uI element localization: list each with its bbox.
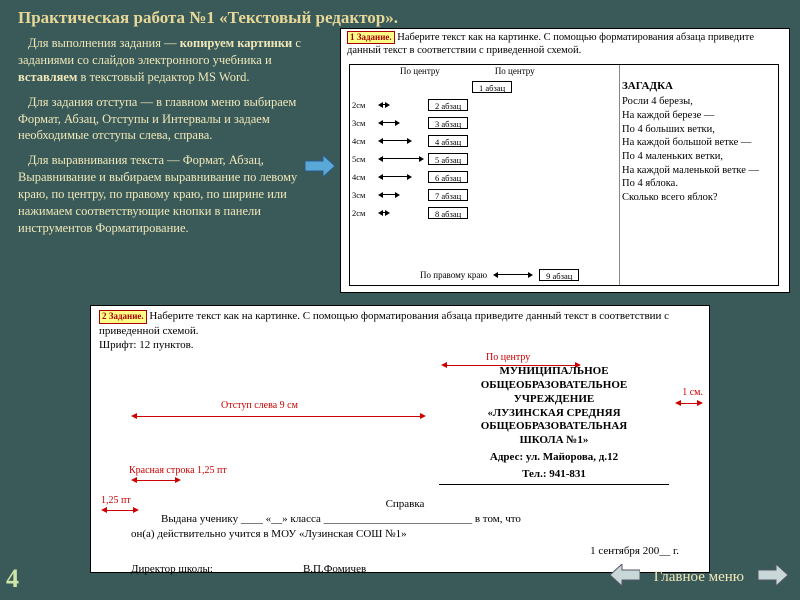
task2-body: По центру Отступ слева 9 см 1 см. МУНИЦИ…: [91, 355, 709, 587]
pointer-arrow-icon: [305, 155, 335, 182]
bottom-nav: Главное меню: [610, 564, 788, 591]
spravka-block: Справка Выдана ученику ____ «__» класса …: [131, 497, 679, 577]
task2-heading: 2 Задание. Наберите текст как на картинк…: [91, 306, 709, 355]
letterhead-line: УЧРЕЖДЕНИЕ: [439, 393, 669, 407]
paragraph-box: 9 абзац: [539, 269, 579, 281]
indent-dim: 4см: [350, 136, 378, 146]
letterhead-line: ШКОЛА №1»: [439, 434, 669, 448]
main-menu-link[interactable]: Главное меню: [654, 569, 744, 586]
indent-dim: 4см: [350, 172, 378, 182]
indent-dim: 3см: [350, 190, 378, 200]
paragraph-box: 8 абзац: [428, 207, 468, 219]
hdim-arrow-icon: [378, 172, 412, 182]
director-name: В.П.Фомичев: [303, 562, 366, 577]
indent-row: 4см 6 абзац: [350, 168, 619, 186]
riddle-line: На каждой большой ветке —: [622, 136, 772, 150]
task1-riddle: ЗАГАДКА Росли 4 березы,На каждой березе …: [622, 79, 772, 204]
letterhead-line: МУНИЦИПАЛЬНОЕ: [439, 365, 669, 379]
nav-next-button[interactable]: [758, 564, 788, 591]
first-line-label: Красная строка 1,25 пт: [129, 465, 227, 476]
task1-body: По центру По центру 1 абзац 2см 2 абзац 3см…: [349, 64, 779, 286]
spravka-line: он(а) действительно учится в МОУ «Лузинс…: [131, 527, 679, 542]
align-label: По центру: [400, 66, 440, 76]
right-margin-label: 1 см.: [682, 387, 703, 398]
red-arrow-icon: [131, 412, 426, 421]
indent-dim: 5см: [350, 154, 378, 164]
task2-panel: 2 Задание. Наберите текст как на картинк…: [90, 305, 710, 573]
align-label: По правому краю: [420, 270, 487, 280]
indent-dim: 3см: [350, 118, 378, 128]
address-line: Тел.: 941-831: [439, 468, 669, 482]
indent-row: 3см 7 абзац: [350, 186, 619, 204]
paragraph-box: 5 абзац: [428, 153, 468, 165]
hdim-arrow-icon: [378, 136, 412, 146]
letterhead-line: ОБЩЕОБРАЗОВАТЕЛЬНОЕ: [439, 379, 669, 393]
indent-dim: 2см: [350, 100, 378, 110]
letterhead-line: ОБЩЕОБРАЗОВАТЕЛЬНАЯ: [439, 420, 669, 434]
instruction-paragraph: Для выполнения задания — копируем картин…: [18, 35, 318, 86]
nav-prev-button[interactable]: [610, 564, 640, 591]
riddle-line: На каждой маленькой ветке —: [622, 164, 772, 178]
paragraph-box: 4 абзац: [428, 135, 468, 147]
spravka-date: 1 сентября 200__ г.: [131, 544, 679, 559]
paragraph-box: 7 абзац: [428, 189, 468, 201]
instructions-block: Для выполнения задания — копируем картин…: [18, 35, 318, 245]
task1-badge: 1 Задание.: [347, 31, 395, 44]
riddle-line: Росли 4 березы,: [622, 95, 772, 109]
instruction-paragraph: Для выравнивания текста — Формат, Абзац,…: [18, 152, 318, 236]
val125-label: 1,25 пт: [101, 495, 131, 506]
indent-dim: 2см: [350, 208, 378, 218]
indent-row: 1 абзац: [350, 78, 619, 96]
hdim-arrow-icon: [378, 118, 400, 128]
hdim-arrow-icon: [378, 208, 390, 218]
letterhead-line: «ЛУЗИНСКАЯ СРЕДНЯЯ: [439, 407, 669, 421]
indent-left-label: Отступ слева 9 см: [221, 400, 298, 411]
indent-row: 3см 3 абзац: [350, 114, 619, 132]
hdim-arrow-icon: [378, 190, 400, 200]
indent-row: 5см 5 абзац: [350, 150, 619, 168]
riddle-line: На каждой березе —: [622, 109, 772, 123]
red-arrow-icon: [675, 399, 703, 408]
riddle-line: По 4 яблока.: [622, 177, 772, 191]
address-line: Адрес: ул. Майорова, д.12: [439, 451, 669, 465]
task2-letterhead: МУНИЦИПАЛЬНОЕОБЩЕОБРАЗОВАТЕЛЬНОЕУЧРЕЖДЕН…: [439, 365, 669, 485]
paragraph-box: 1 абзац: [472, 81, 512, 93]
riddle-line: Сколько всего яблок?: [622, 191, 772, 205]
hdim-arrow-icon: [378, 100, 390, 110]
instruction-paragraph: Для задания отступа — в главном меню выб…: [18, 94, 318, 145]
riddle-line: По 4 маленьких ветки,: [622, 150, 772, 164]
director-label: Директор школы:: [131, 562, 213, 577]
indent-row: 4см 4 абзац: [350, 132, 619, 150]
task1-indent-diagram: По центру По центру 1 абзац 2см 2 абзац 3см…: [350, 65, 620, 285]
indent-row: 2см 8 абзац: [350, 204, 619, 222]
paragraph-box: 3 абзац: [428, 117, 468, 129]
spravka-title: Справка: [131, 497, 679, 512]
align-label: По центру: [495, 66, 535, 76]
riddle-title: ЗАГАДКА: [622, 79, 772, 93]
page-number: 4: [6, 564, 19, 594]
riddle-line: По 4 больших ветки,: [622, 123, 772, 137]
task2-badge: 2 Задание.: [99, 310, 147, 324]
task1-heading: 1 Задание. Наберите текст как на картинк…: [341, 29, 789, 60]
paragraph-box: 2 абзац: [428, 99, 468, 111]
spravka-line: Выдана ученику ____ «__» класса ________…: [131, 512, 679, 527]
red-arrow-icon: [131, 476, 181, 485]
hdim-arrow-icon: [378, 154, 424, 164]
task1-panel: 1 Задание. Наберите текст как на картинк…: [340, 28, 790, 293]
indent-row: 2см 2 абзац: [350, 96, 619, 114]
paragraph-box: 6 абзац: [428, 171, 468, 183]
